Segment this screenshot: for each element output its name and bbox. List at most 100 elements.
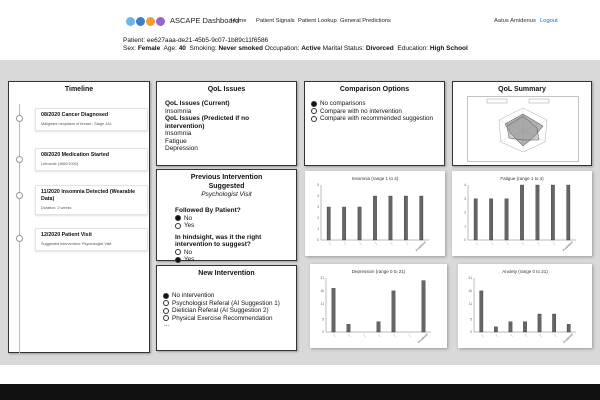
smoking-label: Smoking: (189, 45, 217, 52)
bar (566, 324, 571, 333)
ascape-logo[interactable] (126, 15, 166, 27)
comparison-option-no-intervention[interactable]: Compare with no intervention (311, 108, 438, 116)
nav-link-home[interactable]: Home (231, 17, 246, 25)
current-issues-label: QoL Issues (Current) (165, 100, 230, 107)
option-label: Yes (184, 256, 195, 263)
radio-button[interactable] (163, 315, 169, 322)
x-tick-mark (524, 333, 528, 338)
bar (494, 326, 498, 333)
education-value: High School (429, 45, 468, 52)
current-issue: Insomnia (165, 107, 192, 115)
x-tick-mark (359, 241, 362, 246)
x-tick-mark (333, 333, 336, 338)
new-intervention-title: New Intervention (198, 270, 255, 277)
radio-button[interactable] (163, 300, 169, 307)
x-tick-mark (343, 241, 347, 246)
nav-link-general-predictions[interactable]: General Predictions (340, 17, 391, 25)
bar (331, 288, 336, 333)
x-tick-mark (328, 241, 331, 246)
nav-link-patient-signals[interactable]: Patient Signals (256, 17, 295, 25)
timeline-item-detail: Duration: 2 weeks (41, 206, 72, 210)
brand-title[interactable]: ASCAPE Dashboard (170, 15, 239, 27)
timeline-item-detail: Malignant neoplasm of breast - Stage 1A1 (41, 122, 112, 126)
x-tick-mark (475, 241, 478, 246)
bar (551, 184, 555, 241)
radio-button[interactable] (311, 115, 317, 122)
x-tick-mark (495, 333, 499, 338)
bar (508, 321, 513, 333)
previous-intervention-title: Previous Intervention Suggested (190, 174, 263, 190)
qol-issues-title: QoL Issues (207, 86, 246, 93)
chart-title: Fatigue (range 1 to 4) (500, 176, 544, 181)
comparison-options-panel: Comparison Options No comparisons Compar… (304, 81, 445, 166)
hindsight-option-no[interactable]: No (175, 249, 278, 257)
followed-option-no[interactable]: No (175, 215, 278, 223)
user-name[interactable]: Aatus Amidenus (494, 17, 536, 25)
timeline-item-title: 11/2020 Insomnia Detected (Wearable Data… (41, 189, 136, 202)
x-tick-mark (553, 333, 557, 338)
hindsight-option-yes[interactable]: Yes (175, 256, 278, 264)
bar (421, 280, 426, 333)
radio-button[interactable] (175, 215, 181, 222)
marital-label: Marital Status: (322, 45, 365, 52)
x-tick-label: Predicted (415, 240, 427, 252)
bottom-bar (0, 384, 600, 400)
radio-button[interactable] (175, 249, 181, 256)
education-label: Education: (397, 45, 429, 52)
y-tick-label: 4 (464, 183, 466, 187)
age-value: 40 (178, 45, 186, 52)
timeline-item[interactable]: 11/2020 Insomnia Detected (Wearable Data… (35, 185, 148, 215)
x-tick-label: Predicted (562, 332, 574, 344)
new-intervention-panel: New Intervention No intervention Psychol… (156, 265, 297, 351)
bar (388, 195, 393, 241)
intervention-option-psychologist[interactable]: Psychologist Referal (AI Suggestion 1) (163, 300, 290, 308)
depression-bar-chart: Depression (range 0 to 21) 0 5 11 16 21 Predic… (320, 269, 431, 344)
y-tick-label: 1 (464, 224, 466, 228)
intervention-option-dietician[interactable]: Dietician Referal (AI Suggestion 2) (163, 307, 290, 315)
followed-question: Followed By Patient? (175, 207, 241, 214)
bar (489, 198, 493, 241)
x-tick-mark (506, 241, 509, 246)
timeline-item[interactable]: 08/2020 Cancer Diagnosed Malignant neopl… (35, 108, 148, 131)
logout-link[interactable]: Logout (540, 17, 558, 25)
bar (520, 184, 524, 241)
x-tick-mark (348, 333, 351, 338)
depression-chart-card: Depression (range 0 to 21) 0 5 11 16 21 Predic… (310, 264, 447, 348)
radio-button[interactable] (311, 100, 317, 107)
marital-value: Divorced (365, 45, 394, 52)
predicted-issue: Fatigue (165, 137, 187, 145)
y-tick-label: 16 (468, 289, 472, 293)
y-tick-label: 0 (470, 330, 472, 334)
more-options[interactable]: ... (164, 322, 290, 328)
radio-button[interactable] (163, 292, 169, 299)
bar (523, 321, 527, 333)
comparison-option-recommended[interactable]: Compare with recommended suggestion (311, 115, 438, 123)
radio-button[interactable] (311, 108, 317, 115)
intervention-option-none[interactable]: No intervention (163, 292, 290, 300)
timeline-item[interactable]: 08/2020 Medication Started Letrozole (16… (35, 148, 148, 171)
followed-option-yes[interactable]: Yes (175, 222, 278, 230)
logo-dot (146, 16, 155, 26)
bar (357, 206, 362, 241)
x-tick-mark (393, 333, 396, 338)
insomnia-bar-chart: Insomnia (range 1 to 4) 0 1 2 3 4 5 Predicted (317, 176, 429, 252)
patient-id: ee627aaa-de21-45b5-9c07-1b89c11f6586 (146, 37, 269, 44)
bar (473, 198, 478, 241)
comparison-option-none[interactable]: No comparisons (311, 100, 438, 108)
radio-button[interactable] (175, 222, 181, 229)
timeline-item-title: 08/2020 Medication Started (41, 152, 110, 158)
timeline-item[interactable]: 12/2020 Patient Visit Suggested interven… (35, 228, 148, 251)
bar (419, 195, 424, 241)
option-label: No comparisons (320, 100, 366, 107)
qol-issues-panel: QoL Issues QoL Issues (Current) Insomnia… (156, 81, 297, 166)
patient-demographics: Sex: Female Age: 40 Smoking: Never smoke… (123, 45, 468, 53)
intervention-option-exercise[interactable]: Physical Exercise Recommendation (163, 315, 290, 323)
x-tick-mark (521, 241, 525, 246)
y-tick-label: 21 (468, 276, 472, 280)
sex-value: Female (137, 45, 161, 52)
radio-button[interactable] (163, 307, 169, 314)
radio-button[interactable] (175, 256, 181, 263)
y-tick-label: 5 (322, 317, 324, 321)
nav-link-patient-lookup[interactable]: Patient Lookup (298, 17, 337, 25)
bar (373, 195, 377, 241)
